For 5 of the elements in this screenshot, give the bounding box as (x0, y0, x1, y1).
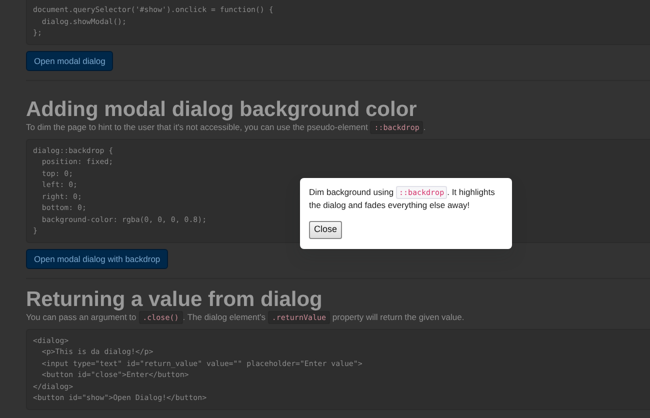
open-dialog-button[interactable]: Open modal dialog with backdrop (26, 248, 168, 270)
open-dialog-button[interactable]: Open modal dialog (26, 50, 114, 72)
close-button[interactable]: Close (309, 221, 342, 238)
section-heading: Returning a value from dialog (26, 288, 324, 310)
section-heading: Adding modal dialog background color (26, 98, 418, 120)
